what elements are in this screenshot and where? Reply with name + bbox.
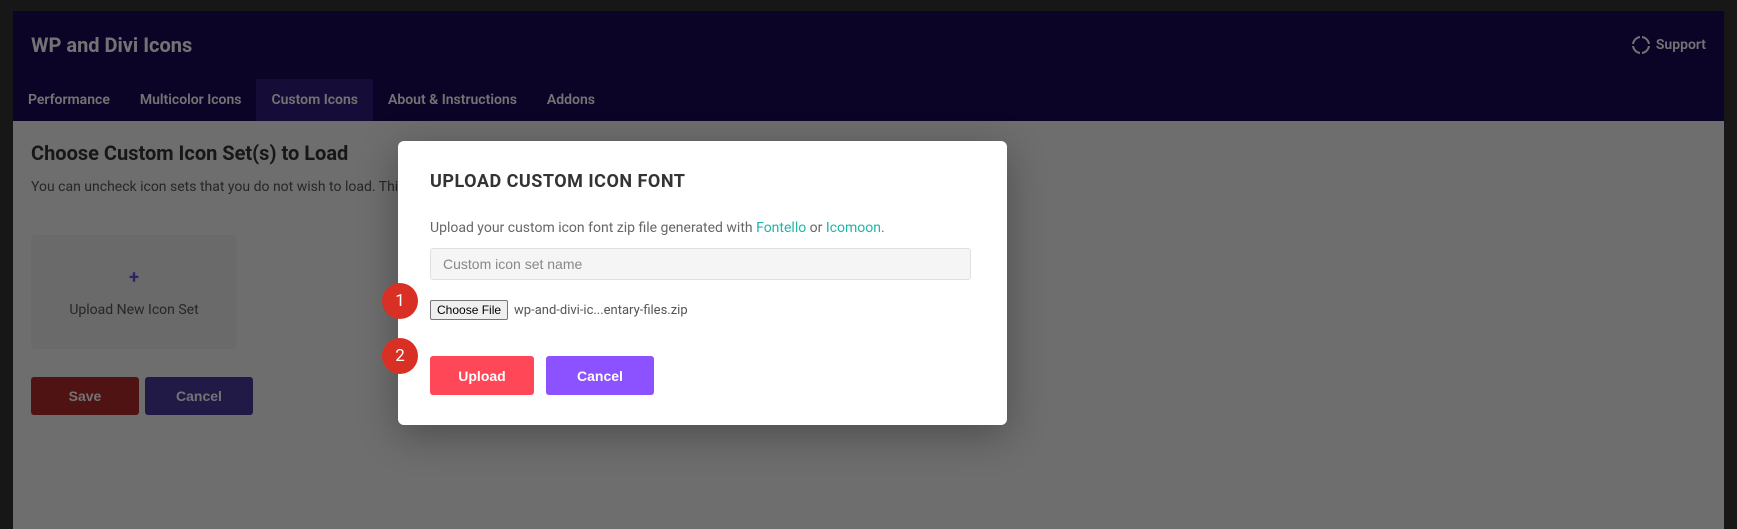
modal-desc-post: . bbox=[881, 220, 885, 236]
upload-modal: UPLOAD CUSTOM ICON FONT Upload your cust… bbox=[398, 141, 1007, 425]
choose-file-button[interactable]: Choose File bbox=[430, 300, 508, 320]
modal-title: UPLOAD CUSTOM ICON FONT bbox=[430, 171, 975, 192]
upload-button[interactable]: Upload bbox=[430, 356, 534, 395]
icomoon-link[interactable]: Icomoon bbox=[826, 220, 881, 236]
modal-buttons: Upload Cancel bbox=[430, 356, 975, 395]
annotation-step-2: 2 bbox=[382, 338, 418, 374]
file-input-row: Choose File wp-and-divi-ic...entary-file… bbox=[430, 300, 975, 320]
modal-desc-pre: Upload your custom icon font zip file ge… bbox=[430, 220, 756, 236]
modal-desc-mid: or bbox=[806, 220, 826, 236]
fontello-link[interactable]: Fontello bbox=[756, 220, 806, 236]
selected-file-name: wp-and-divi-ic...entary-files.zip bbox=[514, 303, 688, 318]
modal-cancel-button[interactable]: Cancel bbox=[546, 356, 654, 395]
modal-description: Upload your custom icon font zip file ge… bbox=[430, 220, 975, 236]
annotation-step-1: 1 bbox=[382, 283, 418, 319]
icon-set-name-input[interactable] bbox=[430, 248, 971, 280]
